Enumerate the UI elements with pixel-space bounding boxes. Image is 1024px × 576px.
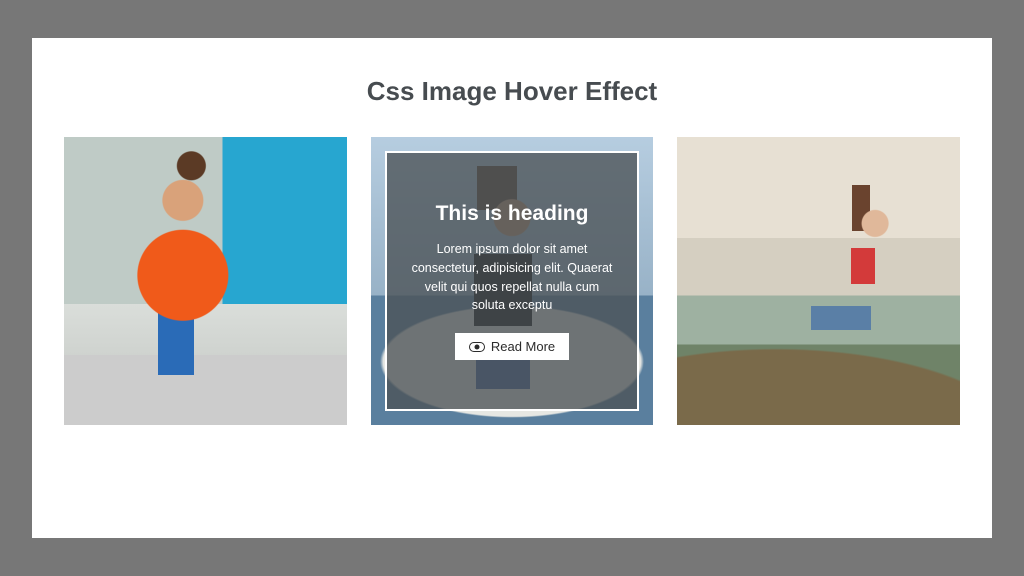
page-container: Css Image Hover Effect This is heading L… — [32, 38, 992, 538]
page-title: Css Image Hover Effect — [56, 76, 968, 107]
read-more-button[interactable]: Read More — [455, 333, 569, 360]
image-card-1[interactable] — [64, 137, 347, 425]
card-image-3 — [677, 137, 960, 425]
read-more-label: Read More — [491, 339, 555, 354]
overlay-heading: This is heading — [436, 202, 589, 226]
eye-icon — [469, 342, 485, 352]
overlay-body-text: Lorem ipsum dolor sit amet consectetur, … — [407, 240, 618, 315]
card-image-1 — [64, 137, 347, 425]
card-row: This is heading Lorem ipsum dolor sit am… — [56, 137, 968, 425]
image-card-3[interactable] — [677, 137, 960, 425]
hover-overlay: This is heading Lorem ipsum dolor sit am… — [385, 151, 640, 411]
image-card-2[interactable]: This is heading Lorem ipsum dolor sit am… — [371, 137, 654, 425]
